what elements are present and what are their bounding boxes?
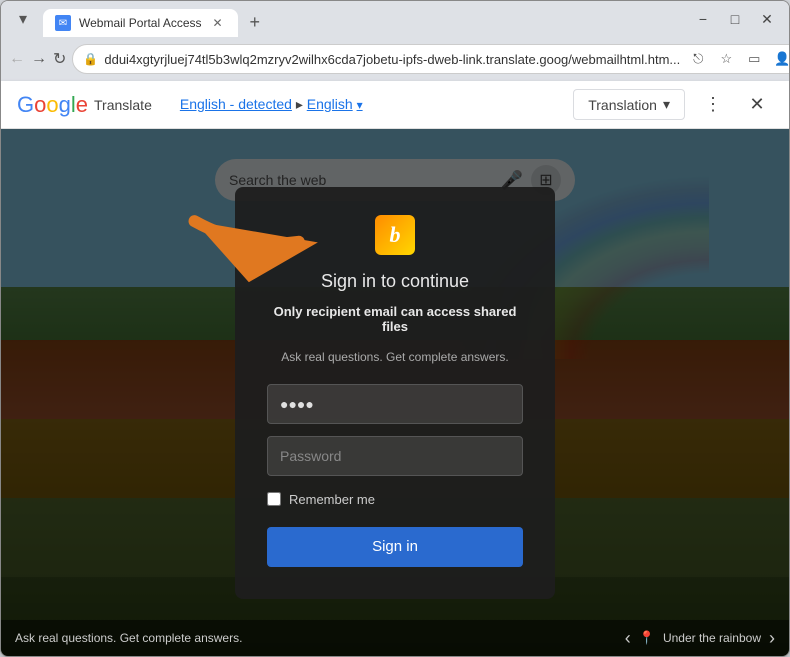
- tab-list-chevron[interactable]: ▾: [9, 5, 37, 33]
- translation-button[interactable]: Translation ▾: [573, 89, 685, 120]
- url-text: ddui4xgtyrjluej74tl5b3wlq2mzryv2wilhx6cd…: [104, 52, 680, 67]
- sign-in-button[interactable]: Sign in: [267, 527, 523, 567]
- bookmark-icon[interactable]: ☆: [714, 47, 738, 71]
- modal-title: Sign in to continue: [321, 271, 469, 292]
- login-modal: b Sign in to continue Only recipient ema…: [235, 187, 555, 599]
- tab-close-button[interactable]: ✕: [210, 15, 226, 31]
- active-tab[interactable]: Webmail Portal Access ✕: [43, 9, 238, 37]
- translate-bar: Google Translate English - detected ▸ En…: [1, 81, 789, 129]
- tab-favicon: [55, 15, 71, 31]
- forward-button[interactable]: →: [31, 45, 47, 73]
- source-language: English - detected ▸ English ▾: [180, 96, 363, 113]
- profile-icon[interactable]: 👤: [770, 47, 790, 71]
- location-icon: 📍: [639, 630, 655, 646]
- bing-prev-button[interactable]: ‹: [625, 628, 631, 649]
- address-actions: ⎋ ☆ ▭ 👤: [686, 47, 790, 71]
- translate-label: Translate: [94, 97, 152, 113]
- address-bar[interactable]: 🔒 ddui4xgtyrjluej74tl5b3wlq2mzryv2wilhx6…: [72, 44, 790, 74]
- remember-me-row: Remember me: [267, 492, 523, 507]
- target-language-link[interactable]: English: [307, 96, 353, 112]
- tab-title: Webmail Portal Access: [79, 16, 202, 30]
- content-area: Search the web 🎤 ⊞ b: [1, 129, 789, 656]
- tab-area: Webmail Portal Access ✕ +: [43, 1, 675, 37]
- email-input[interactable]: [267, 384, 523, 424]
- language-dropdown-arrow[interactable]: ▾: [357, 98, 363, 112]
- bing-next-button[interactable]: ›: [769, 628, 775, 649]
- lock-icon: 🔒: [83, 52, 98, 66]
- close-button[interactable]: [753, 5, 781, 33]
- extension-icon[interactable]: ▭: [742, 47, 766, 71]
- browser-window: ▾ Webmail Portal Access ✕ + ← → ↻ 🔒 ddui…: [0, 0, 790, 657]
- minimize-button[interactable]: [689, 5, 717, 33]
- share-icon[interactable]: ⎋: [686, 47, 710, 71]
- bing-logo: b: [375, 215, 415, 255]
- bing-logo-text: b: [390, 222, 401, 248]
- google-logo-text: Google: [17, 92, 88, 118]
- new-tab-button[interactable]: +: [242, 8, 269, 37]
- remember-me-label: Remember me: [289, 492, 375, 507]
- back-button[interactable]: ←: [9, 45, 25, 73]
- bing-bottom-text: Ask real questions. Get complete answers…: [15, 631, 617, 645]
- password-input[interactable]: [267, 436, 523, 476]
- location-label: Under the rainbow: [663, 631, 761, 645]
- reload-button[interactable]: ↻: [53, 45, 66, 73]
- address-bar-row: ← → ↻ 🔒 ddui4xgtyrjluej74tl5b3wlq2mzryv2…: [1, 37, 789, 81]
- title-bar: ▾ Webmail Portal Access ✕ +: [1, 1, 789, 37]
- translate-close-button[interactable]: ✕: [741, 89, 773, 121]
- maximize-button[interactable]: [721, 5, 749, 33]
- window-controls: [689, 5, 781, 33]
- modal-subtitle: Only recipient email can access shared f…: [267, 304, 523, 334]
- translation-dropdown-arrow: ▾: [663, 96, 670, 113]
- translate-more-button[interactable]: ⋮: [697, 89, 729, 121]
- google-translate-logo: Google Translate: [17, 92, 152, 118]
- modal-overlay: b Sign in to continue Only recipient ema…: [1, 129, 789, 656]
- modal-description: Ask real questions. Get complete answers…: [281, 350, 508, 364]
- remember-me-checkbox[interactable]: [267, 492, 281, 506]
- bing-bottom-bar: Ask real questions. Get complete answers…: [1, 620, 789, 656]
